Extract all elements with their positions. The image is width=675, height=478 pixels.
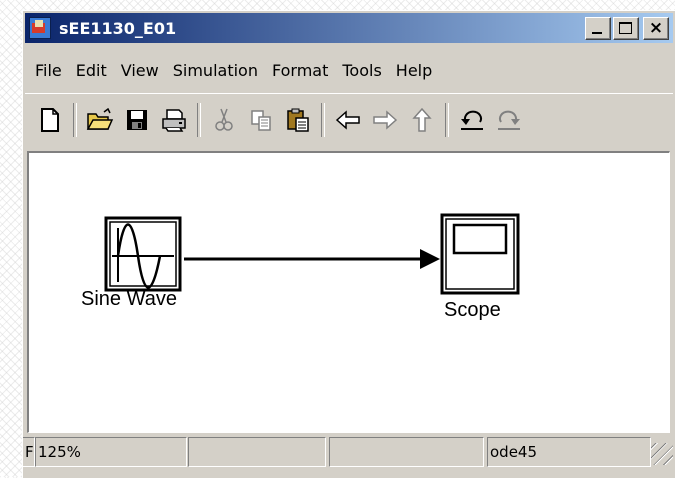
menu-file[interactable]: File	[25, 61, 68, 80]
status-field-3	[329, 437, 484, 467]
simulink-app-icon[interactable]	[29, 17, 51, 39]
cut-icon	[215, 108, 233, 131]
menu-edit[interactable]: Edit	[70, 61, 113, 80]
status-field-2	[188, 437, 326, 467]
print-button[interactable]	[157, 103, 191, 137]
save-button[interactable]	[120, 103, 154, 137]
toolbar-separator	[197, 103, 201, 137]
redo-icon	[498, 110, 520, 130]
close-icon: ×	[648, 18, 664, 38]
scope-label: Scope	[444, 299, 501, 321]
save-icon	[127, 110, 147, 130]
signal-line[interactable]	[184, 249, 444, 269]
copy-button[interactable]	[244, 103, 278, 137]
open-icon	[86, 108, 114, 130]
back-icon	[335, 110, 360, 130]
back-button[interactable]	[331, 103, 365, 137]
scope-block[interactable]	[440, 213, 522, 297]
resize-grip-icon[interactable]	[651, 443, 673, 465]
maximize-icon	[619, 22, 632, 34]
status-ready: F	[23, 437, 35, 467]
menu-view[interactable]: View	[115, 61, 165, 80]
forward-button[interactable]	[368, 103, 402, 137]
toolbar	[25, 93, 673, 146]
new-button[interactable]	[33, 103, 67, 137]
model-window: sEE1130_E01 × File Edit View Simulation …	[22, 10, 675, 478]
menu-help[interactable]: Help	[390, 61, 438, 80]
status-bar: F 125% ode45	[23, 437, 675, 467]
paste-icon	[287, 108, 309, 132]
print-icon	[162, 109, 186, 132]
menu-bar: File Edit View Simulation Format Tools H…	[25, 55, 440, 85]
forward-icon	[373, 110, 398, 130]
maximize-button[interactable]	[613, 17, 639, 40]
menu-simulation[interactable]: Simulation	[167, 61, 264, 80]
toolbar-separator	[73, 103, 77, 137]
undo-button[interactable]	[455, 103, 489, 137]
minimize-button[interactable]	[585, 17, 611, 40]
copy-icon	[251, 110, 271, 131]
up-icon	[412, 107, 432, 132]
status-zoom: 125%	[35, 437, 187, 467]
paste-button[interactable]	[281, 103, 315, 137]
caption-buttons: ×	[585, 17, 669, 40]
undo-icon	[461, 110, 483, 130]
window-title: sEE1130_E01	[59, 18, 177, 38]
toolbar-separator	[445, 103, 449, 137]
minimize-icon	[592, 32, 602, 34]
toolbar-separator	[321, 103, 325, 137]
sine-wave-block[interactable]	[104, 216, 184, 296]
model-canvas[interactable]: Sine Wave Scope	[27, 151, 670, 433]
menu-tools[interactable]: Tools	[336, 61, 387, 80]
menu-format[interactable]: Format	[266, 61, 334, 80]
title-bar[interactable]: sEE1130_E01 ×	[25, 13, 673, 43]
status-solver: ode45	[487, 437, 651, 467]
cut-button[interactable]	[207, 103, 241, 137]
up-button[interactable]	[405, 103, 439, 137]
sine-wave-label: Sine Wave	[81, 288, 177, 310]
open-button[interactable]	[83, 103, 117, 137]
redo-button[interactable]	[492, 103, 526, 137]
close-button[interactable]: ×	[643, 17, 669, 40]
new-icon	[41, 108, 59, 132]
